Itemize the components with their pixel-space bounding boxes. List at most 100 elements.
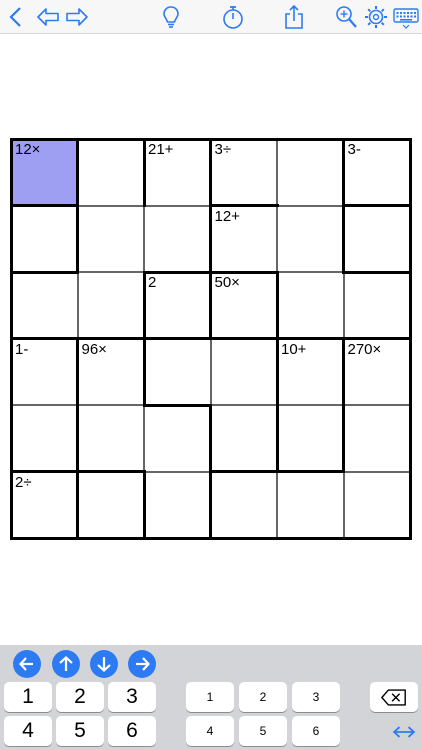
grid-cell[interactable]	[277, 272, 344, 339]
cage-border	[209, 403, 212, 473]
cage-border	[275, 270, 279, 340]
cage-border	[342, 270, 412, 274]
cage-border	[76, 137, 79, 207]
grid-cell[interactable]	[277, 471, 344, 538]
cage-border	[9, 270, 79, 274]
grid-cell[interactable]: 12+	[210, 205, 277, 272]
cage-border	[9, 204, 79, 207]
grid-cell[interactable]: 2	[144, 272, 211, 339]
grid-cell[interactable]	[77, 272, 144, 339]
kenken-grid: 12× 21+ 3÷ 3- 12+ 2 50× 1- 96× 10+ 270× 2÷	[9, 137, 412, 540]
back-chevron-icon[interactable]	[2, 3, 30, 31]
note-key-2[interactable]: 2	[239, 682, 287, 712]
grid-cell[interactable]	[144, 205, 211, 272]
cage-label: 12×	[15, 141, 41, 158]
big-key-2[interactable]: 2	[56, 682, 104, 712]
cage-border	[209, 204, 279, 207]
cage-label: 2	[148, 274, 157, 291]
undo-arrow-icon[interactable]	[34, 3, 62, 31]
cage-border	[76, 337, 79, 407]
cage-border	[209, 470, 212, 540]
share-icon[interactable]	[280, 3, 308, 31]
grid-cell[interactable]	[277, 139, 344, 206]
grid-cell[interactable]	[343, 272, 410, 339]
grid-cell[interactable]: 21+	[144, 139, 211, 206]
grid-cell[interactable]: 2÷	[11, 471, 78, 538]
cage-border	[342, 337, 345, 407]
note-key-1[interactable]: 1	[186, 682, 234, 712]
grid-cell[interactable]	[210, 405, 277, 472]
cage-border	[342, 403, 345, 473]
cage-label: 2÷	[15, 473, 32, 491]
grid-cell[interactable]	[343, 405, 410, 472]
cage-label: 12+	[214, 207, 240, 225]
grid-cell[interactable]	[11, 272, 78, 339]
cage-border	[76, 403, 79, 473]
cage-label: 50×	[214, 274, 240, 291]
cage-border	[142, 470, 146, 540]
grid-cell[interactable]	[210, 338, 277, 405]
cage-label: 3-	[347, 141, 361, 158]
grid-cell[interactable]: 10+	[277, 338, 344, 405]
note-key-5[interactable]: 5	[239, 716, 287, 746]
note-key-4[interactable]: 4	[186, 716, 234, 746]
grid-cell[interactable]: 3-	[343, 139, 410, 206]
grid-cell[interactable]	[343, 205, 410, 272]
cage-label: 270×	[347, 340, 382, 358]
cage-label: 10+	[281, 340, 307, 358]
left-arrow-icon[interactable]	[13, 650, 41, 678]
cage-border	[142, 270, 146, 340]
grid-cell[interactable]	[11, 405, 78, 472]
grid-cell[interactable]	[77, 471, 144, 538]
cage-border	[342, 137, 345, 207]
grid-cell[interactable]: 12×	[11, 139, 78, 206]
cage-label: 21+	[148, 141, 174, 158]
grid-cell[interactable]	[77, 139, 144, 206]
grid-cell[interactable]: 270×	[343, 338, 410, 405]
big-key-3[interactable]: 3	[108, 682, 156, 712]
up-arrow-icon[interactable]	[52, 650, 80, 678]
big-key-4[interactable]: 4	[4, 716, 52, 746]
big-key-6[interactable]: 6	[108, 716, 156, 746]
hint-lightbulb-icon[interactable]	[157, 3, 185, 31]
cage-border	[209, 137, 212, 207]
grid-cell[interactable]	[210, 471, 277, 538]
grid-cell[interactable]: 50×	[210, 272, 277, 339]
grid-cell[interactable]	[77, 205, 144, 272]
grid-cell[interactable]	[11, 205, 78, 272]
note-key-6[interactable]: 6	[292, 716, 340, 746]
cage-border	[342, 204, 345, 274]
cage-border	[142, 137, 146, 207]
grid-cell[interactable]	[144, 471, 211, 538]
cage-border	[9, 470, 79, 473]
big-key-1[interactable]: 1	[4, 682, 52, 712]
cage-border	[209, 270, 212, 340]
top-toolbar	[0, 0, 422, 34]
note-key-3[interactable]: 3	[292, 682, 340, 712]
grid-cell[interactable]	[277, 205, 344, 272]
grid-cell[interactable]	[144, 405, 211, 472]
grid-cell[interactable]	[343, 471, 410, 538]
delete-button[interactable]	[370, 682, 418, 712]
big-key-5[interactable]: 5	[56, 716, 104, 746]
down-arrow-icon[interactable]	[90, 650, 118, 678]
grid-cell[interactable]	[277, 405, 344, 472]
grid-cell[interactable]: 1-	[11, 338, 78, 405]
grid-cell[interactable]	[77, 405, 144, 472]
cage-border	[209, 470, 345, 473]
swap-keypad-icon[interactable]	[388, 720, 420, 744]
redo-arrow-icon[interactable]	[63, 3, 91, 31]
grid-cell[interactable]: 96×	[77, 338, 144, 405]
right-arrow-icon[interactable]	[128, 650, 156, 678]
cage-border	[142, 337, 146, 407]
cage-border	[342, 204, 412, 207]
zoom-icon[interactable]	[332, 3, 360, 31]
delete-backspace-icon	[381, 688, 406, 706]
cage-label: 96×	[81, 340, 107, 358]
timer-icon[interactable]	[219, 3, 247, 31]
grid-cell[interactable]: 3÷	[210, 139, 277, 206]
settings-gear-icon[interactable]	[362, 3, 390, 31]
keyboard-icon[interactable]	[392, 3, 420, 31]
grid-cell[interactable]	[144, 338, 211, 405]
cage-border	[209, 204, 212, 274]
